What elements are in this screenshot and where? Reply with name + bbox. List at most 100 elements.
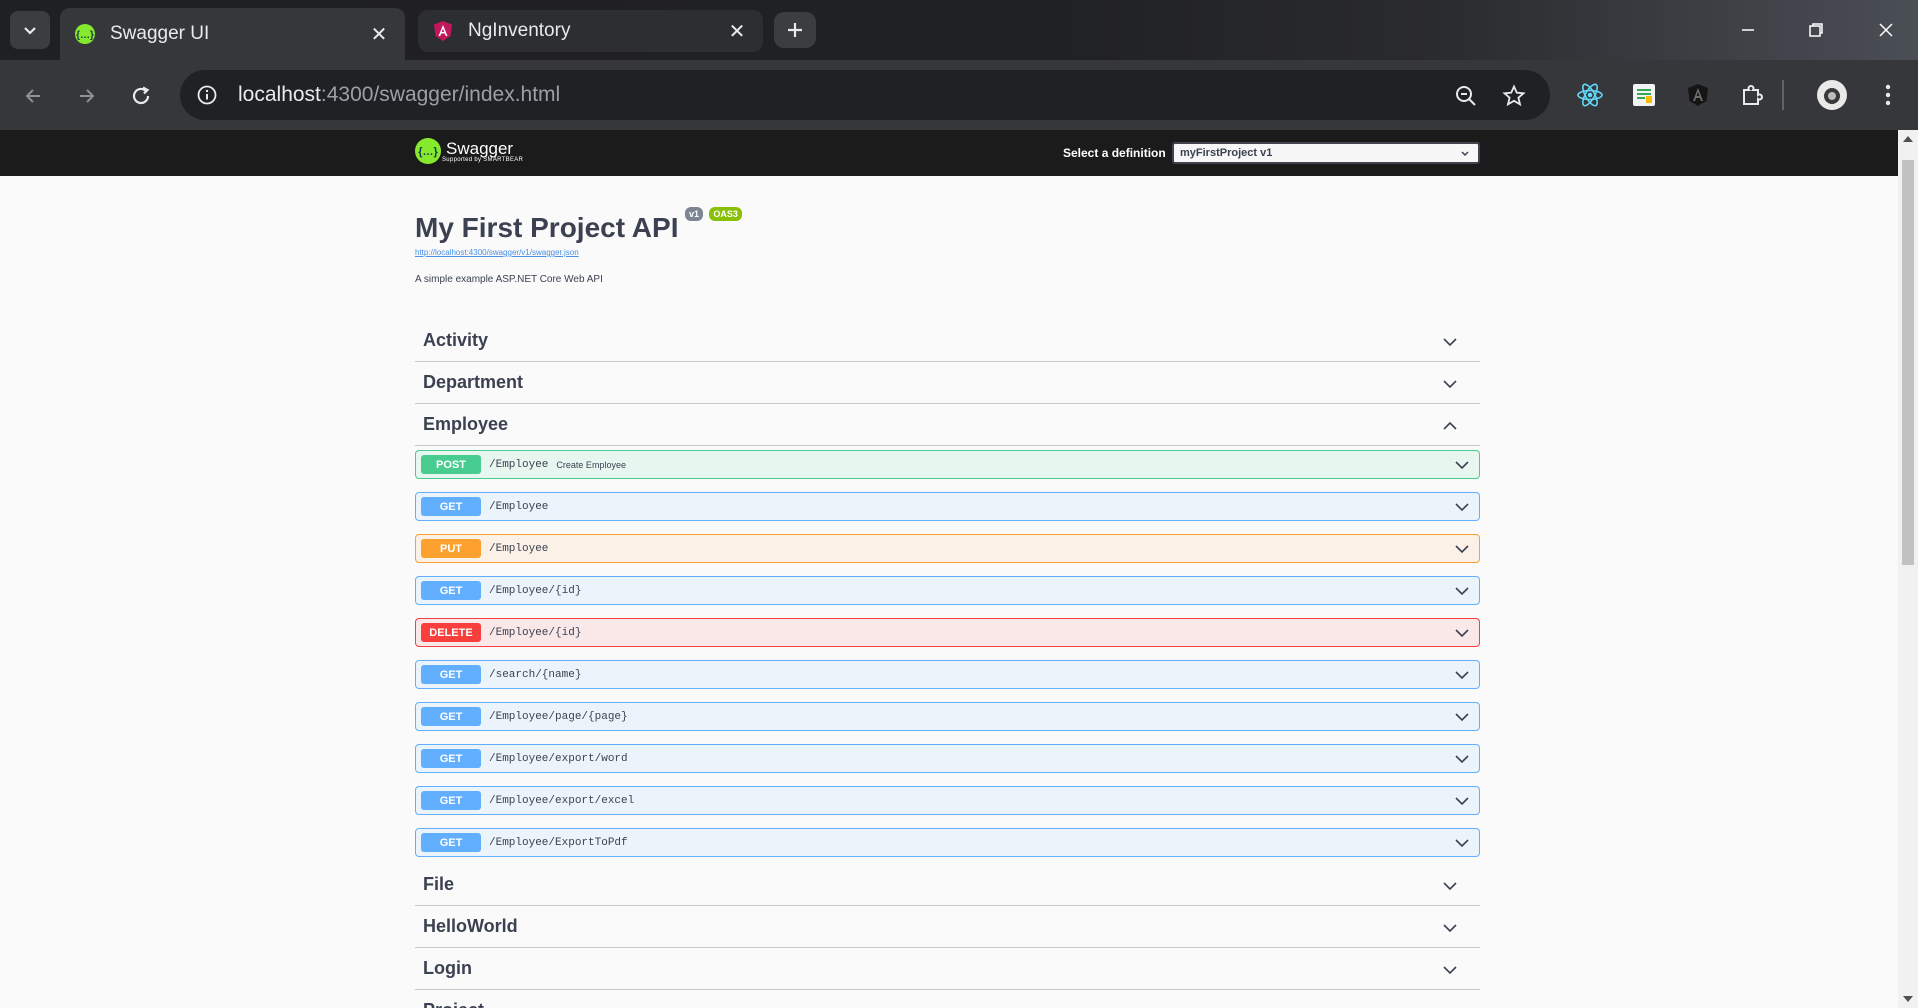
operation-summary: Create Employee — [556, 459, 626, 470]
tag-login[interactable]: Login — [415, 948, 1480, 990]
operation-post-employee[interactable]: POST /Employee Create Employee — [415, 450, 1480, 479]
back-button[interactable] — [14, 77, 52, 115]
svg-text:{…}: {…} — [76, 30, 94, 41]
forward-button[interactable] — [68, 77, 106, 115]
chevron-down-icon — [1455, 587, 1469, 596]
extensions-puzzle-icon[interactable] — [1734, 77, 1770, 113]
minimize-button[interactable] — [1728, 12, 1768, 48]
operation-path: /Employee/page/{page} — [489, 710, 628, 723]
method-badge: DELETE — [421, 623, 481, 642]
swagger-logo[interactable]: {…} Swagger Supported by SMARTBEAR — [415, 138, 523, 164]
tab-swagger-ui[interactable]: {…} Swagger UI ✕ — [60, 8, 405, 60]
tab-search-button[interactable] — [10, 11, 50, 49]
api-title: My First Project API — [415, 212, 679, 243]
operation-path: /Employee/{id} — [489, 584, 582, 597]
tag-employee[interactable]: Employee — [415, 404, 1480, 446]
toolbar-divider — [1782, 80, 1784, 110]
method-badge: GET — [421, 833, 481, 852]
url-path: :4300/swagger/index.html — [320, 83, 561, 106]
react-devtools-extension-icon[interactable] — [1572, 77, 1608, 113]
operation-path: /Employee — [489, 458, 549, 471]
operation-put-employee[interactable]: PUT /Employee — [415, 534, 1480, 563]
tab-title: Swagger UI — [110, 23, 210, 44]
method-badge: GET — [421, 707, 481, 726]
spec-link[interactable]: http://localhost:4300/swagger/v1/swagger… — [415, 248, 579, 257]
operation-get-export-word[interactable]: GET /Employee/export/word — [415, 744, 1480, 773]
url-text: localhost:4300/swagger/index.html — [238, 83, 560, 107]
plus-icon — [788, 23, 802, 37]
svg-text:{…}: {…} — [418, 146, 438, 158]
browser-toolbar: localhost:4300/swagger/index.html — [0, 60, 1918, 130]
chevron-down-icon — [1443, 966, 1457, 975]
method-badge: POST — [421, 455, 481, 474]
close-window-button[interactable] — [1866, 12, 1906, 48]
scrollbar-thumb[interactable] — [1902, 160, 1914, 565]
close-tab-icon[interactable]: ✕ — [725, 19, 749, 43]
tag-name: Employee — [423, 414, 509, 434]
definition-select-value: myFirstProject v1 — [1180, 147, 1273, 159]
page-scrollbar[interactable] — [1898, 130, 1918, 1008]
chevron-down-icon — [1455, 671, 1469, 680]
bookmark-star-icon[interactable] — [1500, 82, 1528, 110]
arrow-right-icon — [80, 89, 95, 103]
arrow-left-icon — [25, 89, 40, 103]
address-bar[interactable]: localhost:4300/swagger/index.html — [180, 70, 1550, 120]
tag-name: HelloWorld — [423, 916, 518, 936]
chevron-down-icon — [1443, 882, 1457, 891]
tag-file[interactable]: File — [415, 864, 1480, 906]
operation-get-employee[interactable]: GET /Employee — [415, 492, 1480, 521]
swagger-logo-icon: {…} — [415, 138, 441, 164]
new-tab-button[interactable] — [774, 12, 816, 48]
angular-devtools-extension-icon[interactable] — [1680, 77, 1716, 113]
tag-activity[interactable]: Activity — [415, 320, 1480, 362]
operation-path: /Employee/export/word — [489, 752, 628, 765]
chevron-down-icon — [1455, 755, 1469, 764]
chevron-down-icon — [1455, 713, 1469, 722]
operation-get-employee-page[interactable]: GET /Employee/page/{page} — [415, 702, 1480, 731]
swagger-favicon-icon: {…} — [75, 24, 95, 44]
tab-title: NgInventory — [468, 20, 571, 41]
profile-avatar[interactable] — [1814, 77, 1850, 113]
sheet-extension-icon[interactable] — [1626, 77, 1662, 113]
url-host: localhost — [238, 83, 321, 106]
version-badge: v1 — [684, 207, 703, 221]
tag-project[interactable]: Project — [415, 990, 1480, 1008]
operation-get-employee-id[interactable]: GET /Employee/{id} — [415, 576, 1480, 605]
api-info: My First Project API v1 OAS3 — [415, 207, 742, 244]
tag-name: Department — [423, 372, 524, 392]
tab-nginventory[interactable]: NgInventory ✕ — [418, 10, 763, 52]
scroll-down-arrow-icon[interactable] — [1903, 996, 1913, 1002]
browser-menu-icon[interactable] — [1870, 77, 1906, 113]
tag-helloworld[interactable]: HelloWorld — [415, 906, 1480, 948]
scroll-up-arrow-icon[interactable] — [1903, 136, 1913, 142]
reload-button[interactable] — [122, 77, 160, 115]
chevron-down-icon — [1455, 797, 1469, 806]
chevron-down-icon — [1461, 151, 1469, 157]
method-badge: PUT — [421, 539, 481, 558]
chevron-down-icon — [1455, 503, 1469, 512]
minimize-icon — [1742, 29, 1754, 31]
tag-name: File — [423, 874, 455, 894]
tag-department[interactable]: Department — [415, 362, 1480, 404]
operation-path: /Employee/export/excel — [489, 794, 635, 807]
chevron-down-icon — [1455, 461, 1469, 470]
operation-get-export-excel[interactable]: GET /Employee/export/excel — [415, 786, 1480, 815]
operation-path: /Employee/{id} — [489, 626, 582, 639]
operation-path: /search/{name} — [489, 668, 582, 681]
zoom-icon[interactable] — [1452, 82, 1480, 110]
oas-badge: OAS3 — [709, 207, 742, 221]
swagger-page: {…} Swagger Supported by SMARTBEAR Selec… — [0, 130, 1898, 1008]
restore-button[interactable] — [1796, 12, 1836, 48]
method-badge: GET — [421, 497, 481, 516]
operation-get-search-name[interactable]: GET /search/{name} — [415, 660, 1480, 689]
definition-select[interactable]: myFirstProject v1 — [1172, 142, 1480, 164]
chevron-down-icon — [1443, 380, 1457, 389]
close-tab-icon[interactable]: ✕ — [367, 22, 391, 46]
chevron-up-icon — [1443, 421, 1457, 430]
operation-get-export-pdf[interactable]: GET /Employee/ExportToPdf — [415, 828, 1480, 857]
reload-icon — [132, 86, 150, 105]
operation-delete-employee-id[interactable]: DELETE /Employee/{id} — [415, 618, 1480, 647]
swagger-logo-subtext: Supported by SMARTBEAR — [442, 156, 524, 163]
chevron-down-icon — [24, 27, 36, 35]
site-info-icon[interactable] — [192, 80, 222, 110]
